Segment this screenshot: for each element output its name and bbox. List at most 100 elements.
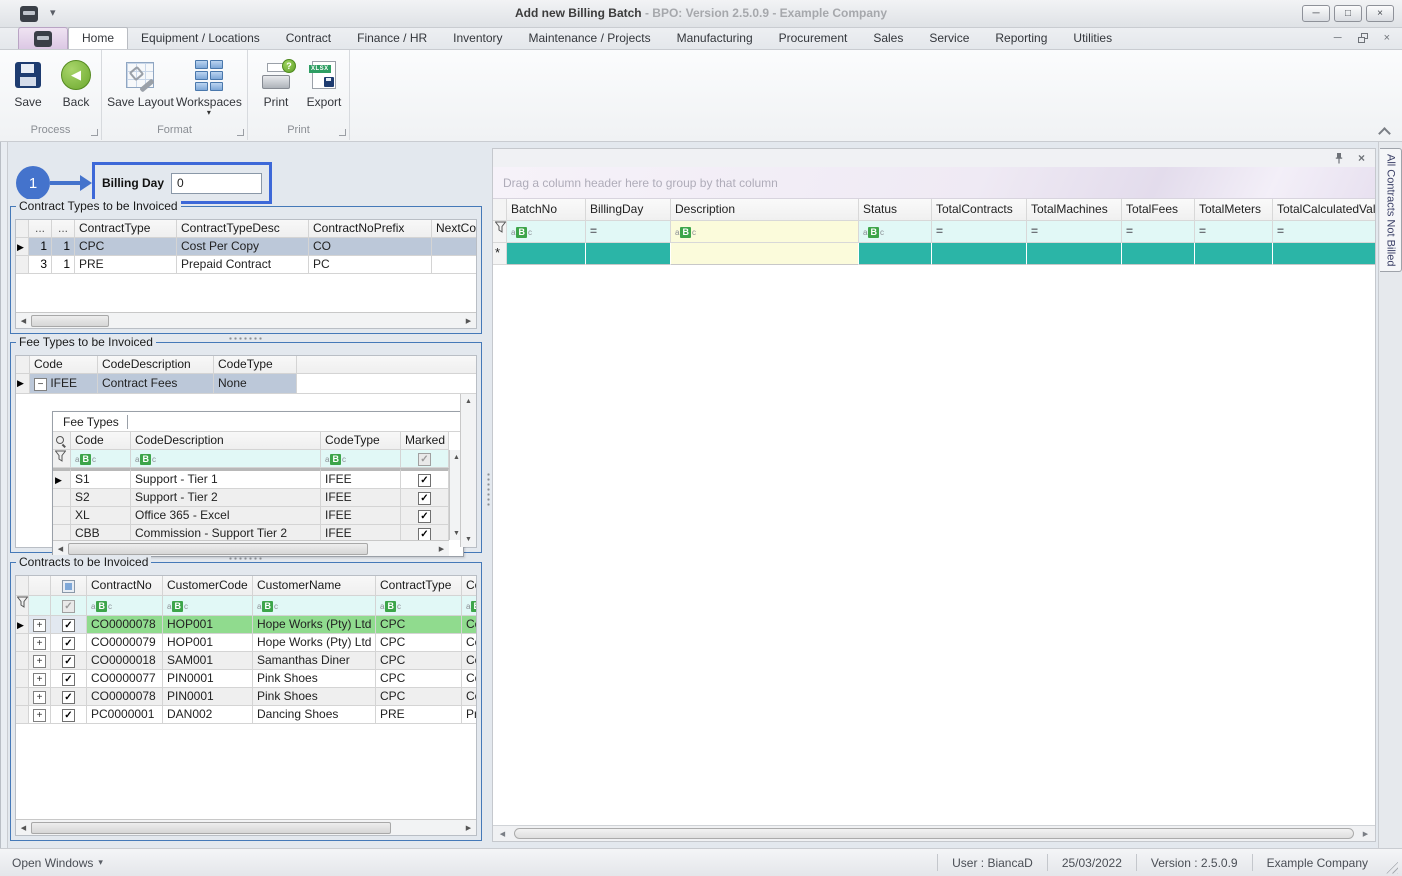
table-row[interactable]: ▶ S1 Support - Tier 1 IFEE ✓ (53, 468, 463, 489)
expand-row-button[interactable]: + (33, 637, 46, 650)
column-header-totalcalculatedvalue[interactable]: TotalCalculatedValue (1273, 199, 1375, 221)
new-row-cell[interactable] (507, 243, 586, 265)
column-header-batchno[interactable]: BatchNo (507, 199, 586, 221)
vertical-splitter[interactable] (484, 142, 492, 848)
tab-inventory[interactable]: Inventory (440, 28, 515, 49)
group-by-panel[interactable]: Drag a column header here to group by th… (493, 167, 1375, 199)
marked-checkbox[interactable]: ✓ (418, 492, 431, 505)
select-all-header[interactable] (51, 576, 87, 596)
marked-checkbox[interactable]: ✓ (418, 474, 431, 487)
scroll-right-icon[interactable]: ▶ (461, 314, 476, 328)
filter-cell-code[interactable]: aBc (71, 450, 131, 468)
tab-service[interactable]: Service (916, 28, 982, 49)
mdi-restore-button[interactable] (1358, 33, 1368, 43)
detail-tab-fee-types[interactable]: Fee Types (53, 412, 463, 432)
filter-cell-marked[interactable]: ✓ (401, 450, 449, 468)
format-dialog-launcher[interactable] (237, 129, 244, 136)
mdi-minimize-button[interactable]: ─ (1334, 32, 1342, 44)
minimize-button[interactable]: ─ (1302, 5, 1330, 22)
filter-cell-totalcontracts[interactable]: = (932, 221, 1027, 243)
column-header-totalmachines[interactable]: TotalMachines (1027, 199, 1122, 221)
filter-cell-status[interactable]: aBc (859, 221, 932, 243)
new-row-cell[interactable] (1273, 243, 1375, 265)
scroll-left-icon[interactable]: ◀ (53, 542, 68, 556)
filter-cell-contractno[interactable]: aBc (87, 596, 163, 616)
export-button[interactable]: XLSX Export (302, 54, 346, 122)
table-row[interactable]: 3 1 PRE Prepaid Contract PC (16, 256, 476, 274)
tab-manufacturing[interactable]: Manufacturing (664, 28, 766, 49)
filter-cell-customercode[interactable]: aBc (163, 596, 253, 616)
scroll-up-icon[interactable]: ▲ (461, 394, 476, 409)
table-row[interactable]: S2 Support - Tier 2 IFEE ✓ (53, 489, 463, 507)
new-row-cell[interactable] (932, 243, 1027, 265)
filter-cell-codetype[interactable]: aBc (321, 450, 401, 468)
row-checkbox[interactable]: ✓ (62, 673, 75, 686)
tab-maintenance-projects[interactable]: Maintenance / Projects (516, 28, 664, 49)
column-header-description[interactable]: Description (671, 199, 859, 221)
open-windows-menu[interactable]: Open Windows ▾ (0, 856, 103, 870)
scrollbar-thumb[interactable] (31, 822, 391, 834)
scrollbar-thumb[interactable] (31, 315, 109, 327)
filter-cell-description[interactable]: aBc (671, 221, 859, 243)
column-header-contract-desc[interactable]: Con (462, 576, 476, 596)
filter-cell[interactable]: aBc (462, 596, 476, 616)
print-button[interactable]: ? Print (254, 54, 298, 122)
column-header-codedescription[interactable]: CodeDescription (131, 432, 321, 450)
table-row[interactable]: XL Office 365 - Excel IFEE ✓ (53, 507, 463, 525)
filter-cell-codedescription[interactable]: aBc (131, 450, 321, 468)
horizontal-scrollbar[interactable]: ◀ ▶ (493, 825, 1375, 841)
scrollbar-thumb[interactable] (68, 543, 368, 555)
column-header-codedescription[interactable]: CodeDescription (98, 356, 214, 374)
save-layout-button[interactable]: Save Layout (108, 54, 173, 122)
maximize-button[interactable]: □ (1334, 5, 1362, 22)
tab-equipment-locations[interactable]: Equipment / Locations (128, 28, 273, 49)
tab-home[interactable]: Home (68, 27, 128, 49)
expand-row-button[interactable]: + (33, 691, 46, 704)
filter-checkbox[interactable]: ✓ (62, 600, 75, 613)
filter-cell-checkbox[interactable]: ✓ (51, 596, 87, 616)
scroll-left-icon[interactable]: ◀ (16, 821, 31, 835)
save-button[interactable]: Save (6, 54, 50, 122)
horizontal-scrollbar[interactable]: ◀ ▶ (16, 819, 476, 835)
column-header-customername[interactable]: CustomerName (253, 576, 376, 596)
horizontal-splitter[interactable] (228, 556, 264, 561)
column-header-status[interactable]: Status (859, 199, 932, 221)
tab-contract[interactable]: Contract (273, 28, 344, 49)
workspaces-button[interactable]: Workspaces ▾ (177, 54, 241, 122)
column-header-codetype[interactable]: CodeType (214, 356, 297, 374)
scroll-down-icon[interactable]: ▼ (461, 532, 476, 547)
table-row[interactable]: + ✓ PC0000001 DAN002 Dancing Shoes PRE P… (16, 706, 476, 724)
new-row-cell[interactable] (859, 243, 932, 265)
horizontal-scrollbar[interactable]: ◀ ▶ (53, 540, 449, 556)
filter-cell-totalcalculatedvalue[interactable]: = (1273, 221, 1375, 243)
new-row-cell[interactable] (586, 243, 671, 265)
column-header-totalfees[interactable]: TotalFees (1122, 199, 1195, 221)
print-dialog-launcher[interactable] (339, 129, 346, 136)
tab-reporting[interactable]: Reporting (982, 28, 1060, 49)
row-checkbox[interactable]: ✓ (62, 637, 75, 650)
filter-cell-totalfees[interactable]: = (1122, 221, 1195, 243)
table-row[interactable]: ▶ 1 1 CPC Cost Per Copy CO (16, 238, 476, 256)
table-row[interactable]: + ✓ CO0000077 PIN0001 Pink Shoes CPC Cos… (16, 670, 476, 688)
filter-cell-contracttype[interactable]: aBc (376, 596, 462, 616)
scroll-left-icon[interactable]: ◀ (16, 314, 31, 328)
row-checkbox[interactable]: ✓ (62, 691, 75, 704)
column-header-contracttype[interactable]: ContractType (376, 576, 462, 596)
row-checkbox[interactable]: ✓ (62, 619, 75, 632)
vertical-scrollbar[interactable]: ▲ ▼ (460, 394, 476, 547)
collapse-ribbon-icon[interactable] (1378, 127, 1390, 135)
tab-procurement[interactable]: Procurement (766, 28, 861, 49)
column-header-billingday[interactable]: BillingDay (586, 199, 671, 221)
left-collapsed-splitter[interactable] (0, 142, 8, 848)
new-row-cell[interactable] (1195, 243, 1273, 265)
scroll-right-icon[interactable]: ▶ (1358, 827, 1373, 841)
expand-row-button[interactable]: + (33, 709, 46, 722)
filter-checkbox[interactable]: ✓ (418, 453, 431, 466)
process-dialog-launcher[interactable] (91, 129, 98, 136)
filter-cell-totalmeters[interactable]: = (1195, 221, 1273, 243)
new-row-cell[interactable] (1122, 243, 1195, 265)
tab-utilities[interactable]: Utilities (1060, 28, 1125, 49)
pin-icon[interactable] (1334, 152, 1344, 164)
tab-sales[interactable]: Sales (860, 28, 916, 49)
close-button[interactable]: × (1366, 5, 1394, 22)
